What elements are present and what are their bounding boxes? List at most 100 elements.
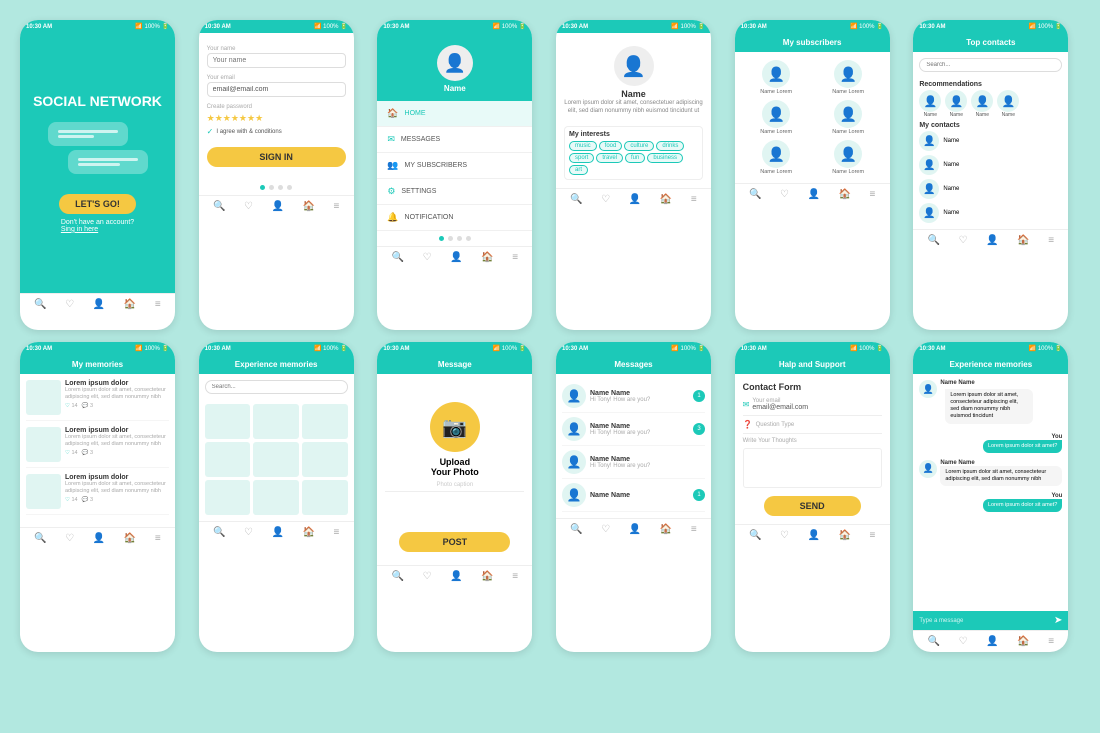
menu-item-subscribers[interactable]: 👥 MY SUBSCRIBERS <box>377 153 532 179</box>
social-network-body: SOCIAL NETWORK LET'S GO! Don't have an a… <box>20 33 175 293</box>
send-button[interactable]: SEND <box>764 496 861 516</box>
search-icon[interactable]: 🔍 <box>34 299 46 310</box>
heart-icon[interactable]: ♡ <box>65 299 74 310</box>
home-icon[interactable]: 🏠 <box>660 194 672 205</box>
profile-icon[interactable]: 👤 <box>807 189 819 200</box>
name-input[interactable] <box>207 53 346 68</box>
email-input[interactable] <box>207 82 346 97</box>
profile-icon[interactable]: 👤 <box>450 252 462 263</box>
menu-icon[interactable]: ≡ <box>870 189 876 200</box>
menu-icon[interactable]: ≡ <box>512 571 518 582</box>
profile-icon[interactable]: 👤 <box>986 235 998 246</box>
home-icon[interactable]: 🏠 <box>303 527 315 538</box>
profile-icon[interactable]: 👤 <box>93 533 105 544</box>
home-icon[interactable]: 🏠 <box>124 533 136 544</box>
menu-icon[interactable]: ≡ <box>1048 235 1054 246</box>
search-icon[interactable]: 🔍 <box>928 636 940 647</box>
search-icon[interactable]: 🔍 <box>928 235 940 246</box>
menu-item-home[interactable]: 🏠 HOME <box>377 101 532 127</box>
menu-icon[interactable]: ≡ <box>870 530 876 541</box>
thoughts-textarea[interactable] <box>743 448 882 488</box>
search-icon[interactable]: 🔍 <box>34 533 46 544</box>
heart-icon[interactable]: ♡ <box>423 252 432 263</box>
experience-body <box>199 374 354 521</box>
search-icon[interactable]: 🔍 <box>570 524 582 535</box>
signin-button[interactable]: SIGN IN <box>207 147 346 167</box>
experience-search[interactable] <box>205 380 348 394</box>
chat-input-bar[interactable]: Type a message ➤ <box>913 611 1068 630</box>
profile-icon[interactable]: 👤 <box>807 530 819 541</box>
home-icon[interactable]: 🏠 <box>481 571 493 582</box>
home-icon[interactable]: 🏠 <box>660 524 672 535</box>
memory-item-3: Lorem ipsum dolor Lorem ipsum dolor sit … <box>26 474 169 515</box>
search-icon[interactable]: 🔍 <box>213 201 225 212</box>
home-icon[interactable]: 🏠 <box>303 201 315 212</box>
send-icon[interactable]: ➤ <box>1054 615 1062 626</box>
menu-icon[interactable]: ≡ <box>155 533 161 544</box>
profile-icon[interactable]: 👤 <box>986 636 998 647</box>
menu-item-settings[interactable]: ⚙ SETTINGS <box>377 179 532 205</box>
home-icon[interactable]: 🏠 <box>124 299 136 310</box>
time-1: 10:30 AM <box>26 24 52 30</box>
menu-icon[interactable]: ≡ <box>334 527 340 538</box>
heart-icon[interactable]: ♡ <box>65 533 74 544</box>
heart-icon[interactable]: ♡ <box>244 527 253 538</box>
heart-icon[interactable]: ♡ <box>959 636 968 647</box>
status-bar-2: 10:30 AM 📶 100% 🔋 <box>199 20 354 33</box>
post-button[interactable]: POST <box>399 532 510 552</box>
recommendations-row: 👤 Name 👤 Name 👤 Name 👤 Name <box>919 90 1062 118</box>
menu-item-messages[interactable]: ✉ MESSAGES <box>377 127 532 153</box>
message-item-3[interactable]: 👤 Name Name Hi Tony! How are you? <box>562 446 705 479</box>
chat-input-placeholder[interactable]: Type a message <box>919 618 1054 624</box>
sign-in-link[interactable]: Sing in here <box>61 226 98 233</box>
lets-go-button[interactable]: LET'S GO! <box>59 194 136 214</box>
menu-icon[interactable]: ≡ <box>512 252 518 263</box>
search-icon[interactable]: 🔍 <box>749 530 761 541</box>
message-item-1[interactable]: 👤 Name Name Hi Tony! How are you? 1 <box>562 380 705 413</box>
phone-help-support: 10:30 AM 📶 100% 🔋 Halp and Support Conta… <box>735 342 890 652</box>
menu-icon[interactable]: ≡ <box>691 524 697 535</box>
home-icon[interactable]: 🏠 <box>839 530 851 541</box>
profile-icon[interactable]: 👤 <box>271 527 283 538</box>
search-icon[interactable]: 🔍 <box>570 194 582 205</box>
profile-icon[interactable]: 👤 <box>271 201 283 212</box>
search-icon[interactable]: 🔍 <box>213 527 225 538</box>
status-bar-9: 10:30 AM 📶 100% 🔋 <box>377 342 532 355</box>
menu-item-notification[interactable]: 🔔 NOTIFICATION <box>377 205 532 231</box>
tag-drinks: drinks <box>656 141 684 151</box>
heart-icon[interactable]: ♡ <box>601 524 610 535</box>
search-icon[interactable]: 🔍 <box>749 189 761 200</box>
tag-fun: fun <box>625 153 645 163</box>
profile-icon[interactable]: 👤 <box>629 524 641 535</box>
profile-icon[interactable]: 👤 <box>629 194 641 205</box>
subscriber-avatar-4: 👤 <box>834 100 862 128</box>
profile-icon[interactable]: 👤 <box>450 571 462 582</box>
heart-icon[interactable]: ♡ <box>601 194 610 205</box>
search-icon[interactable]: 🔍 <box>392 252 404 263</box>
home-icon[interactable]: 🏠 <box>1017 636 1029 647</box>
home-icon[interactable]: 🏠 <box>839 189 851 200</box>
home-icon[interactable]: 🏠 <box>481 252 493 263</box>
heart-icon[interactable]: ♡ <box>423 571 432 582</box>
heart-icon[interactable]: ♡ <box>780 189 789 200</box>
menu-icon[interactable]: ≡ <box>155 299 161 310</box>
profile-icon[interactable]: 👤 <box>93 299 105 310</box>
rec-2: 👤 Name <box>945 90 967 118</box>
heart-icon[interactable]: ♡ <box>780 530 789 541</box>
avatar-image: 👤 <box>437 45 473 81</box>
message-item-4[interactable]: 👤 Name Name 1 <box>562 479 705 512</box>
photo-2 <box>253 404 299 439</box>
profile-body: 👤 Name Lorem ipsum dolor sit amet, conse… <box>556 33 711 188</box>
heart-icon[interactable]: ♡ <box>244 201 253 212</box>
message-item-2[interactable]: 👤 Name Name Hi Tony! How are you? 3 <box>562 413 705 446</box>
photo-7 <box>205 480 251 515</box>
menu-icon[interactable]: ≡ <box>691 194 697 205</box>
upload-circle[interactable]: 📷 <box>430 402 480 452</box>
menu-icon[interactable]: ≡ <box>1048 636 1054 647</box>
menu-icon[interactable]: ≡ <box>334 201 340 212</box>
home-icon[interactable]: 🏠 <box>1017 235 1029 246</box>
msg-content-3: Name Name Hi Tony! How are you? <box>590 456 705 469</box>
heart-icon[interactable]: ♡ <box>959 235 968 246</box>
contacts-search[interactable] <box>919 58 1062 72</box>
search-icon[interactable]: 🔍 <box>392 571 404 582</box>
